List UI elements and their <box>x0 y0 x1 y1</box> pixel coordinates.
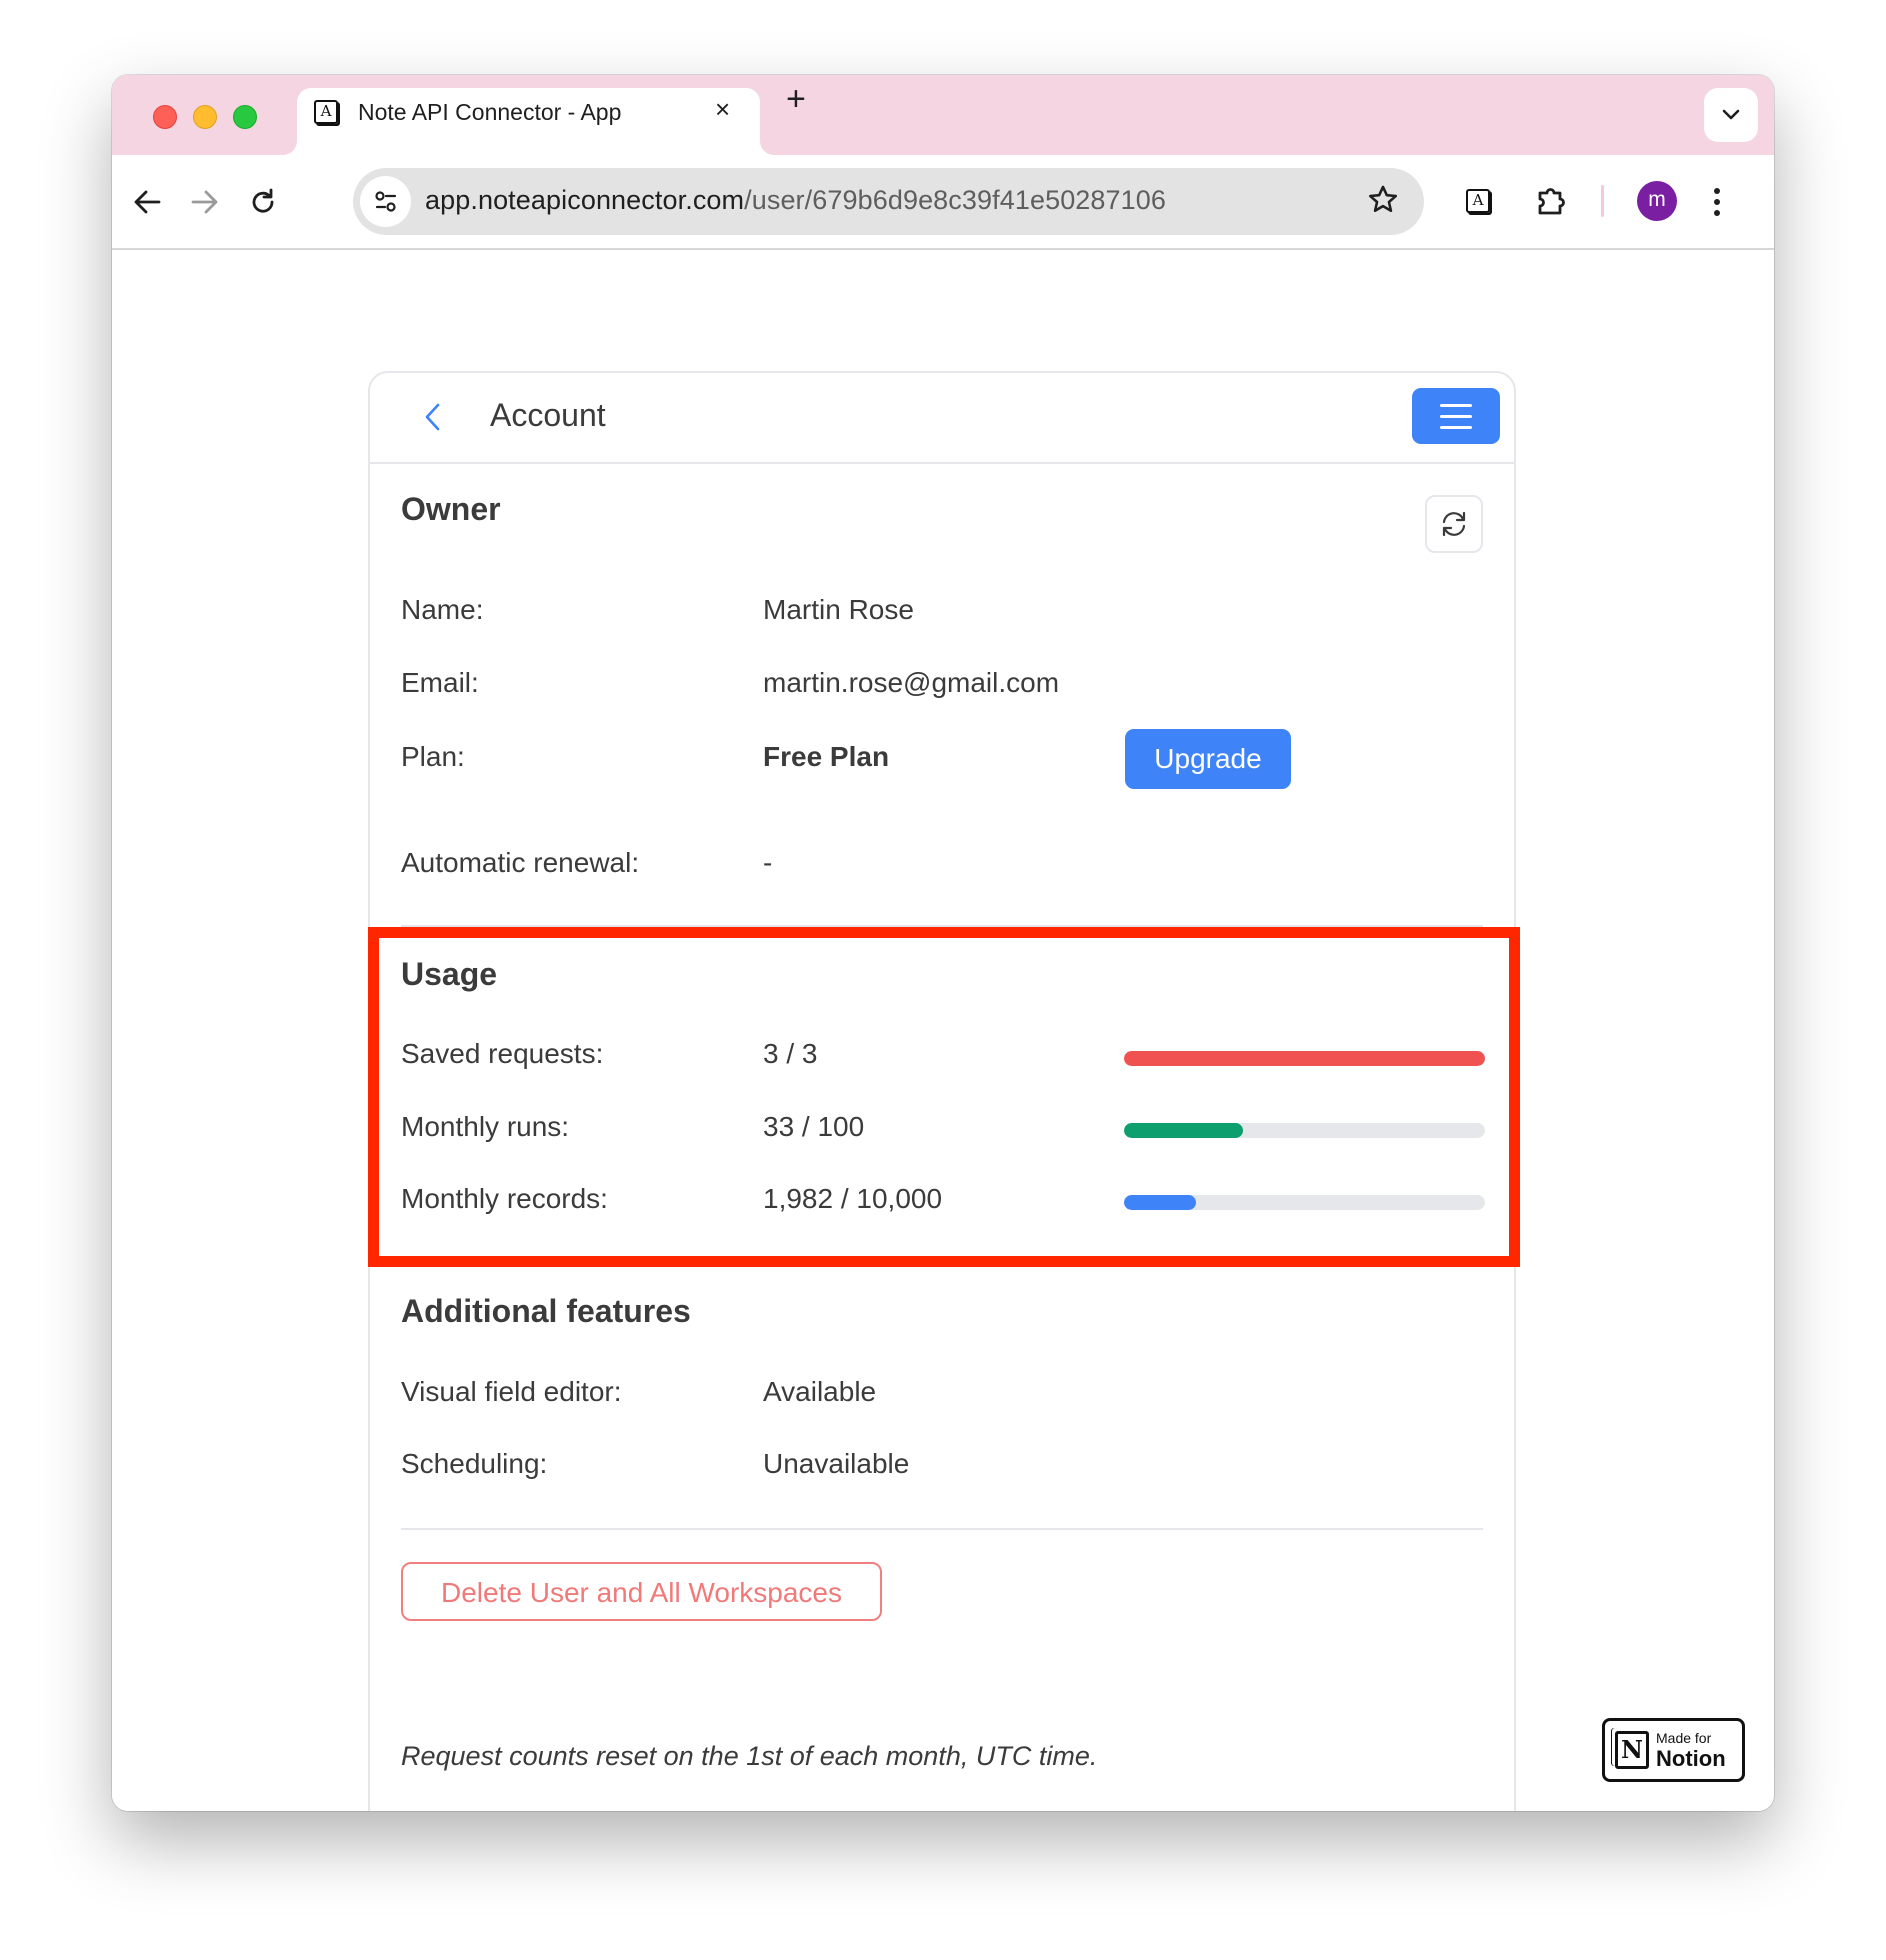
refresh-icon <box>1442 511 1466 537</box>
scheduling-label: Scheduling: <box>401 1448 548 1479</box>
automatic-renewal-label: Automatic renewal: <box>401 847 640 878</box>
profile-avatar[interactable]: m <box>1637 181 1677 221</box>
menu-dot-icon <box>1714 188 1720 194</box>
page-content: Account Owner Name: Martin Rose Email: m… <box>112 250 1774 1811</box>
card-header: Account <box>370 373 1514 464</box>
badge-line-1: Made for <box>1656 1730 1712 1746</box>
browser-tab-active[interactable]: A Note API Connector - App × <box>297 88 760 155</box>
hamburger-menu-button[interactable] <box>1412 388 1500 444</box>
forward-button[interactable] <box>182 179 228 225</box>
url-domain: app.noteapiconnector.com <box>425 185 745 215</box>
section-divider <box>401 925 1483 927</box>
extension-logo-icon: A <box>1466 189 1490 213</box>
hamburger-line-icon <box>1440 414 1472 418</box>
close-window-button[interactable] <box>153 105 177 129</box>
toolbar-separator <box>1601 185 1604 217</box>
tab-search-button[interactable] <box>1704 88 1758 142</box>
arrow-right-icon <box>191 190 218 214</box>
plan-value: Free Plan <box>763 741 890 772</box>
browser-menu-button[interactable] <box>1702 179 1732 225</box>
arrow-left-icon <box>134 190 161 214</box>
saved-requests-value: 3 / 3 <box>763 1038 818 1069</box>
automatic-renewal-value: - <box>763 847 773 878</box>
reload-icon <box>252 188 274 213</box>
name-label: Name: <box>401 594 484 625</box>
monthly-records-progress-bar <box>1124 1195 1485 1210</box>
maximize-window-button[interactable] <box>233 105 257 129</box>
saved-requests-progress-bar <box>1124 1051 1485 1066</box>
saved-requests-progress-fill <box>1124 1051 1485 1066</box>
back-button[interactable] <box>124 179 170 225</box>
plan-label: Plan: <box>401 741 465 772</box>
back-link[interactable] <box>414 397 454 437</box>
url-path: /user/679b6d9e8c39f41e50287106 <box>744 185 1167 215</box>
extensions-button[interactable] <box>1528 177 1576 225</box>
browser-window: A Note API Connector - App × + app.notea… <box>112 75 1774 1811</box>
owner-heading: Owner <box>401 491 501 527</box>
refresh-button[interactable] <box>1425 495 1483 553</box>
tune-icon <box>374 190 396 212</box>
star-icon <box>1368 185 1398 213</box>
upgrade-button[interactable]: Upgrade <box>1125 729 1291 789</box>
chevron-down-icon <box>1722 109 1740 120</box>
menu-dot-icon <box>1714 210 1720 216</box>
puzzle-piece-icon <box>1538 188 1565 215</box>
browser-toolbar: app.noteapiconnector.com/user/679b6d9e8c… <box>112 155 1774 250</box>
badge-line-2: Notion <box>1656 1746 1726 1771</box>
delete-user-button[interactable]: Delete User and All Workspaces <box>401 1562 882 1621</box>
chevron-left-icon <box>425 403 440 431</box>
reload-button[interactable] <box>240 179 286 225</box>
usage-heading: Usage <box>401 956 498 992</box>
app-favicon-icon: A <box>314 100 338 124</box>
visual-field-editor-value: Available <box>763 1376 877 1407</box>
hamburger-line-icon <box>1440 403 1472 407</box>
reset-footnote: Request counts reset on the 1st of each … <box>401 1741 1098 1771</box>
page-title: Account <box>490 397 606 433</box>
hamburger-line-icon <box>1440 425 1472 429</box>
monthly-runs-label: Monthly runs: <box>401 1111 570 1142</box>
scheduling-value: Unavailable <box>763 1448 910 1479</box>
monthly-records-value: 1,982 / 10,000 <box>763 1183 943 1214</box>
made-for-notion-badge[interactable]: N Made for Notion <box>1602 1718 1745 1782</box>
note-api-extension-button[interactable]: A <box>1454 177 1502 225</box>
additional-features-heading: Additional features <box>401 1293 691 1329</box>
url-text[interactable]: app.noteapiconnector.com/user/679b6d9e8c… <box>425 185 1166 216</box>
site-info-button[interactable] <box>360 176 411 227</box>
monthly-runs-progress-fill <box>1124 1123 1244 1138</box>
tab-title: Note API Connector - App <box>358 99 622 125</box>
tab-strip: A Note API Connector - App × + <box>112 75 1774 155</box>
visual-field-editor-label: Visual field editor: <box>401 1376 622 1407</box>
monthly-records-label: Monthly records: <box>401 1183 608 1214</box>
email-label: Email: <box>401 667 479 698</box>
notion-logo-icon: N <box>1615 1731 1649 1769</box>
monthly-runs-progress-bar <box>1124 1123 1485 1138</box>
new-tab-button[interactable]: + <box>786 80 806 119</box>
minimize-window-button[interactable] <box>193 105 217 129</box>
address-bar[interactable]: app.noteapiconnector.com/user/679b6d9e8c… <box>353 168 1424 235</box>
email-value: martin.rose@gmail.com <box>763 667 1060 698</box>
name-value: Martin Rose <box>763 594 914 625</box>
saved-requests-label: Saved requests: <box>401 1038 604 1069</box>
section-divider <box>401 1528 1483 1530</box>
tab-close-icon[interactable]: × <box>715 94 730 125</box>
menu-dot-icon <box>1714 199 1720 205</box>
monthly-runs-value: 33 / 100 <box>763 1111 865 1142</box>
account-card: Account Owner Name: Martin Rose Email: m… <box>368 371 1516 1811</box>
bookmark-button[interactable] <box>1366 183 1400 222</box>
monthly-records-progress-fill <box>1124 1195 1196 1210</box>
